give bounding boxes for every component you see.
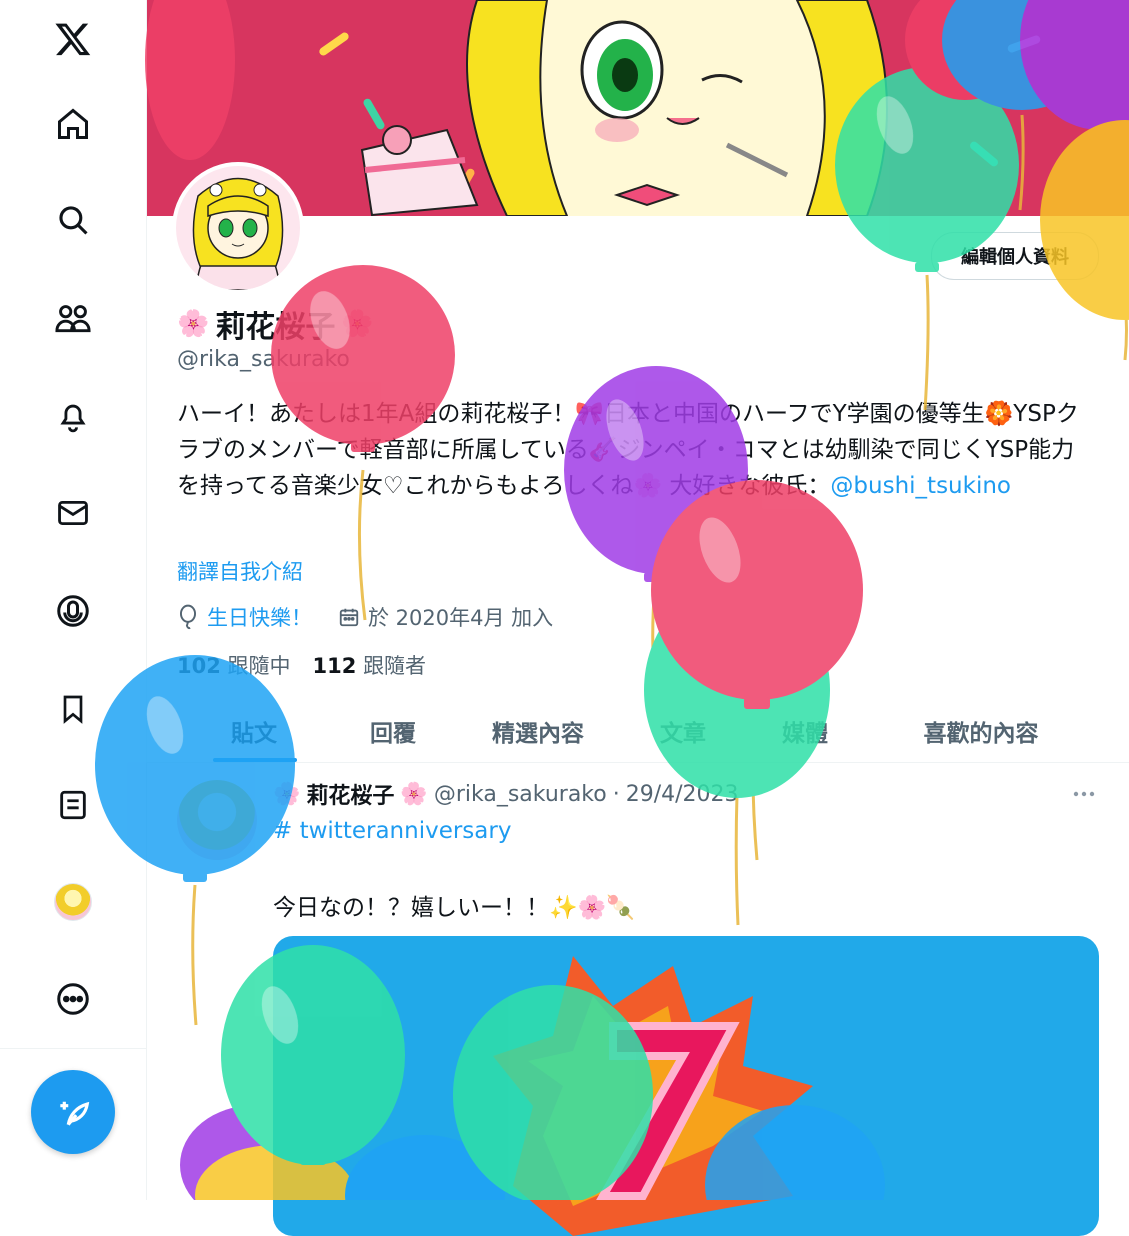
compose-button[interactable] (31, 1070, 115, 1154)
more-circle-icon[interactable] (44, 970, 102, 1028)
tab-replies[interactable]: 回覆 (347, 700, 439, 762)
side-nav (0, 0, 147, 1200)
tab-media[interactable]: 媒體 (759, 700, 851, 762)
tweet-author-name[interactable]: 莉花桜子 (306, 778, 394, 810)
communities-icon[interactable] (44, 290, 102, 348)
calendar-icon (339, 608, 359, 627)
tab-likes[interactable]: 喜歡的內容 (897, 700, 1065, 762)
tweet-header: 🌸 莉花桜子 🌸 @rika_sakurako · 29/4/2023 (273, 778, 739, 810)
profile-meta: 生日快樂！ 於 2020年4月 加入 (177, 602, 553, 632)
profile-bio: ハーイ！あたしは1年A組の莉花桜子！🎀日本と中国のハーフでY学園の優等生🏵️YS… (177, 396, 1097, 504)
search-icon[interactable] (44, 191, 102, 249)
follow-stats: 102 跟隨中 112 跟隨者 (177, 650, 426, 680)
more-options-icon[interactable] (1069, 782, 1099, 810)
profile-avatar-icon[interactable] (44, 873, 102, 931)
tweet-separator: · (612, 781, 620, 807)
profile-avatar[interactable] (172, 162, 304, 294)
lists-icon[interactable] (44, 776, 102, 834)
following-link[interactable]: 102 跟隨中 (177, 650, 291, 680)
tab-highlights[interactable]: 精選內容 (469, 700, 607, 762)
edit-profile-button[interactable]: 編輯個人資料 (931, 232, 1099, 280)
tweet-avatar[interactable] (177, 780, 257, 860)
notifications-bell-icon[interactable] (44, 387, 102, 445)
cherry-blossom-icon: 🌸 (273, 781, 301, 807)
tweet-date[interactable]: 29/4/2023 (626, 782, 739, 807)
birthday-link[interactable]: 生日快樂！ (207, 602, 312, 632)
tab-posts[interactable]: 貼文 (197, 700, 311, 762)
tweet-media-image[interactable] (273, 936, 1099, 1236)
x-logo-icon[interactable] (44, 10, 102, 68)
joined-date: 於 2020年4月 加入 (368, 606, 554, 630)
display-name: 莉花桜子 (215, 310, 336, 345)
profile-tabs: 貼文 回覆 精選內容 文章 媒體 喜歡的內容 (147, 700, 1129, 763)
home-icon[interactable] (44, 95, 102, 153)
bio-mention-link[interactable]: @bushi_tsukino (830, 473, 1011, 499)
active-tab-indicator (213, 758, 297, 762)
tweet-author-handle[interactable]: @rika_sakurako (434, 782, 607, 807)
compose-feather-icon (60, 1101, 90, 1126)
cherry-blossom-icon: 🌸 (400, 781, 428, 807)
nav-divider (0, 1048, 146, 1049)
tab-articles[interactable]: 文章 (637, 700, 729, 762)
messages-envelope-icon[interactable] (44, 484, 102, 542)
followers-link[interactable]: 112 跟隨者 (313, 650, 427, 680)
grok-icon[interactable] (44, 582, 102, 640)
tweet-hashtag[interactable]: # twitteranniversary (273, 818, 511, 844)
balloon-icon (179, 604, 197, 630)
profile-main: 編輯個人資料 🌸 莉花桜子 🌸 @rika_sakurako ハーイ！あたしは1… (147, 0, 1129, 1236)
cherry-blossom-icon: 🌸 (341, 309, 374, 339)
tweet-text: 今日なの！？嬉しいー！！✨🌸🍡 (273, 895, 635, 921)
cherry-blossom-icon: 🌸 (177, 309, 210, 339)
profile-handle: @rika_sakurako (177, 347, 350, 372)
profile-banner[interactable] (147, 0, 1129, 216)
translate-bio-link[interactable]: 翻譯自我介紹 (177, 556, 303, 586)
profile-name: 🌸 莉花桜子 🌸 (177, 302, 374, 346)
bookmark-icon[interactable] (44, 680, 102, 738)
